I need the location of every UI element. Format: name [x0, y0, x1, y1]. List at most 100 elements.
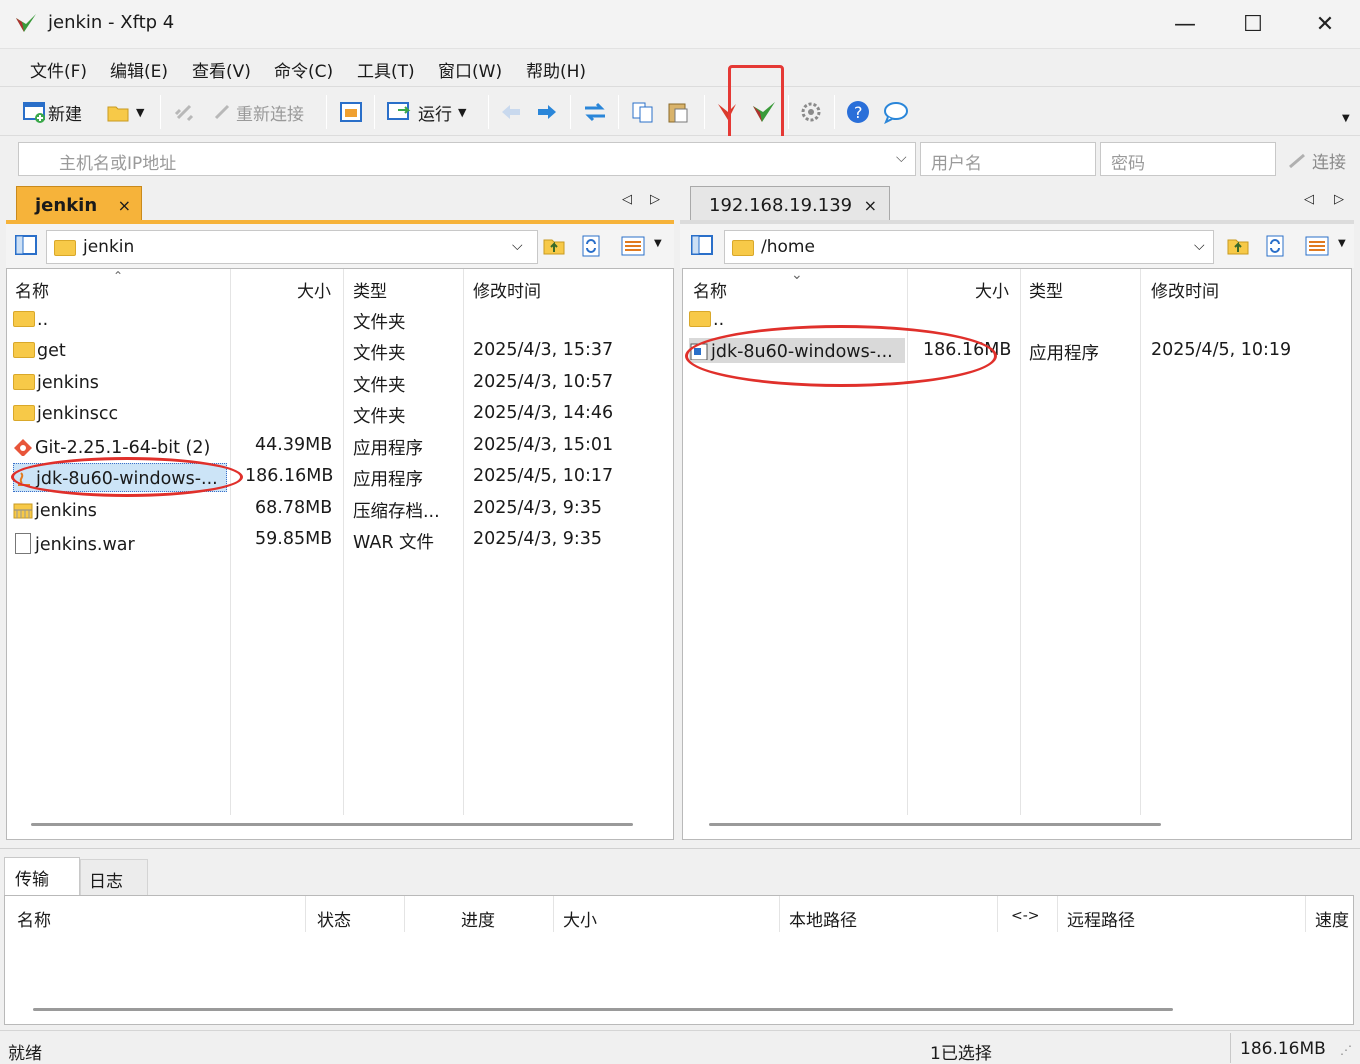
refresh-icon[interactable]: [580, 234, 604, 258]
options-button[interactable]: [798, 97, 824, 127]
col-name[interactable]: 名称: [15, 269, 49, 305]
tree-toggle-icon[interactable]: [14, 234, 40, 258]
col-name[interactable]: 名称: [17, 898, 51, 934]
menu-help[interactable]: 帮助(H): [526, 57, 586, 82]
tab-close-icon[interactable]: ×: [864, 196, 877, 215]
close-button[interactable]: ✕: [1290, 0, 1360, 48]
left-tab-strip: jenkin × ◁ ▷: [10, 182, 670, 224]
col-date[interactable]: 修改时间: [473, 269, 541, 305]
address-bar: 主机名或IP地址 ⌵ 用户名 密码 连接: [0, 136, 1360, 182]
menu-edit[interactable]: 编辑(E): [110, 57, 168, 82]
col-progress[interactable]: 进度: [461, 898, 495, 934]
selection-count: 1已选择: [930, 1044, 992, 1064]
reconnect-button[interactable]: 重新连接: [210, 97, 304, 127]
left-horizontal-scrollbar[interactable]: [31, 823, 633, 826]
connect-button[interactable]: 连接: [1286, 148, 1346, 173]
username-input[interactable]: 用户名: [920, 142, 1096, 176]
tab-scroll-left-icon[interactable]: ◁: [1304, 192, 1314, 207]
view-mode-icon[interactable]: [1304, 234, 1330, 258]
refresh-icon[interactable]: [1264, 234, 1288, 258]
col-local-path[interactable]: 本地路径: [789, 898, 857, 934]
table-row[interactable]: get 文件夹 2025/4/3, 15:37: [7, 336, 673, 367]
menu-window[interactable]: 窗口(W): [438, 57, 502, 82]
table-row[interactable]: jenkins 68.78MB 压缩存档... 2025/4/3, 9:35: [7, 494, 673, 525]
toolbar-overflow-icon[interactable]: ▼: [1342, 113, 1350, 124]
right-horizontal-scrollbar[interactable]: [709, 823, 1161, 826]
tab-scroll-left-icon[interactable]: ◁: [622, 192, 632, 207]
col-date[interactable]: 修改时间: [1151, 269, 1219, 305]
right-pane: 192.168.19.139 × ◁ ▷ /home ⌵ ▼ 名称 ⌄ 大小 类…: [680, 182, 1354, 842]
resize-grip-icon[interactable]: ⋰: [1340, 1043, 1352, 1057]
paste-button[interactable]: [666, 97, 692, 127]
window-title: jenkin - Xftp 4: [48, 12, 175, 33]
col-status[interactable]: 状态: [317, 898, 351, 934]
tab-scroll-right-icon[interactable]: ▷: [650, 192, 660, 207]
tab-log[interactable]: 日志: [80, 859, 148, 895]
col-speed[interactable]: 速度: [1315, 898, 1349, 934]
col-type[interactable]: 类型: [1029, 269, 1063, 305]
folder-icon: [13, 374, 35, 390]
right-path-bar: /home ⌵ ▼: [680, 224, 1354, 268]
col-size[interactable]: 大小: [975, 269, 1009, 305]
view-mode-icon[interactable]: [620, 234, 646, 258]
status-bar: 就绪 1已选择 186.16MB ⋰: [0, 1030, 1360, 1064]
menu-view[interactable]: 查看(V): [192, 57, 251, 82]
parent-folder-icon[interactable]: [1226, 234, 1252, 258]
minimize-button[interactable]: —: [1150, 0, 1220, 48]
col-direction[interactable]: <->: [1011, 900, 1040, 936]
left-path-input[interactable]: jenkin: [46, 230, 538, 264]
new-button[interactable]: 新建: [22, 97, 82, 127]
table-row[interactable]: .. 文件夹: [7, 305, 673, 336]
password-input[interactable]: 密码: [1100, 142, 1276, 176]
status-text: 就绪: [8, 1044, 42, 1064]
help-button[interactable]: ?: [846, 97, 872, 127]
tab-jenkin[interactable]: jenkin ×: [16, 186, 142, 224]
arrow-right-icon: [538, 105, 556, 119]
tab-close-icon[interactable]: ×: [118, 196, 131, 215]
file-icon: [15, 533, 31, 554]
run-button[interactable]: 运行 ▼: [386, 97, 466, 127]
col-name[interactable]: 名称: [693, 269, 727, 305]
forward-button[interactable]: [534, 97, 560, 127]
copy-icon: [632, 102, 653, 123]
open-button[interactable]: ▼: [106, 97, 144, 127]
properties-button[interactable]: [338, 97, 364, 127]
run-dropdown-icon: ▼: [458, 105, 467, 119]
menu-tools[interactable]: 工具(T): [357, 57, 415, 82]
col-type[interactable]: 类型: [353, 269, 387, 305]
right-path-input[interactable]: /home: [724, 230, 1214, 264]
menu-bar: 文件(F) 编辑(E) 查看(V) 命令(C) 工具(T) 窗口(W) 帮助(H…: [0, 48, 1360, 86]
host-input[interactable]: 主机名或IP地址: [18, 142, 916, 176]
col-size[interactable]: 大小: [563, 898, 597, 934]
copy-button[interactable]: [630, 97, 656, 127]
maximize-button[interactable]: ☐: [1218, 0, 1288, 48]
table-row[interactable]: jenkinscc 文件夹 2025/4/3, 14:46: [7, 399, 673, 430]
folder-icon: [13, 405, 35, 421]
tree-toggle-icon[interactable]: [690, 234, 716, 258]
feedback-button[interactable]: [882, 97, 910, 127]
parent-folder-icon[interactable]: [542, 234, 568, 258]
tab-transfer[interactable]: 传输: [4, 857, 80, 895]
sync-button[interactable]: [582, 97, 608, 127]
table-row[interactable]: jenkins 文件夹 2025/4/3, 10:57: [7, 368, 673, 399]
table-row[interactable]: jenkins.war 59.85MB WAR 文件 2025/4/3, 9:3…: [7, 525, 673, 556]
folder-icon: [689, 311, 711, 327]
left-path-dropdown-icon[interactable]: ⌵: [512, 238, 523, 254]
col-remote-path[interactable]: 远程路径: [1067, 898, 1135, 934]
view-mode-dropdown-icon[interactable]: ▼: [1338, 238, 1346, 249]
menu-file[interactable]: 文件(F): [30, 57, 87, 82]
right-file-list: 名称 ⌄ 大小 类型 修改时间 .. jdk-8u60-windows-... …: [682, 267, 1352, 840]
path-folder-icon: [732, 240, 754, 256]
right-path-dropdown-icon[interactable]: ⌵: [1194, 238, 1205, 254]
view-mode-dropdown-icon[interactable]: ▼: [654, 238, 662, 249]
menu-command[interactable]: 命令(C): [274, 57, 333, 82]
disconnect-button[interactable]: [172, 97, 198, 127]
col-size[interactable]: 大小: [297, 269, 331, 305]
archive-icon: [13, 503, 33, 519]
back-button[interactable]: [498, 97, 524, 127]
tab-scroll-right-icon[interactable]: ▷: [1334, 192, 1344, 207]
title-bar: jenkin - Xftp 4 — ☐ ✕: [0, 0, 1360, 48]
host-dropdown-icon[interactable]: ⌵: [896, 150, 907, 166]
tab-remote-host[interactable]: 192.168.19.139 ×: [690, 186, 890, 224]
transfer-horizontal-scrollbar[interactable]: [33, 1008, 1173, 1011]
